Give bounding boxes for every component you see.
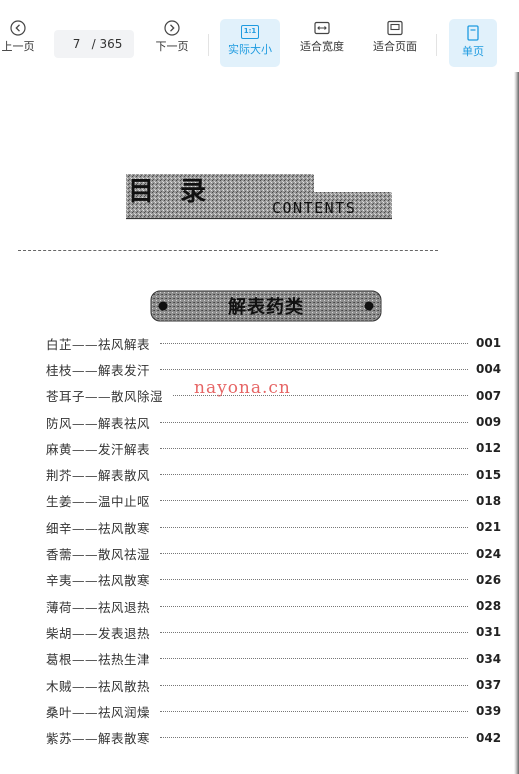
toc-leader-dots (160, 526, 468, 528)
toolbar-divider (208, 34, 209, 56)
next-page-label: 下一页 (155, 40, 189, 53)
page-indicator: / 365 (54, 30, 134, 58)
title-english: CONTENTS (272, 199, 356, 217)
watermark-text: nayona.cn (194, 378, 291, 398)
toc-leader-dots (160, 579, 468, 581)
toc-row[interactable]: 紫苏——解表散寒 042 (46, 724, 502, 750)
toc-page-number: 021 (476, 520, 502, 535)
page-total: / 365 (91, 37, 123, 51)
fit-width-icon (314, 21, 330, 35)
toc-entry-title: 生姜——温中止呕 (46, 494, 151, 510)
prev-page-label: 上一页 (1, 40, 35, 53)
section-header-banner: 解表药类 (150, 290, 382, 322)
toc-row[interactable]: 生姜——温中止呕 018 (46, 488, 502, 514)
toc-entry-title: 桂枝——解表发汗 (46, 362, 151, 378)
toc-page-number: 001 (476, 336, 502, 351)
toc-row[interactable]: 薄荷——祛风退热 028 (46, 593, 502, 619)
toc-row[interactable]: 柴胡——发表退热 031 (46, 619, 502, 645)
toc-entry-title: 白芷——祛风解表 (46, 336, 151, 352)
toc-page-number: 031 (476, 625, 502, 640)
prev-page-button[interactable]: 上一页 (0, 20, 40, 54)
chevron-left-circle-icon (10, 20, 26, 36)
toc-entry-title: 紫苏——解表散寒 (46, 731, 151, 747)
chevron-right-circle-icon (164, 20, 180, 36)
single-page-icon (467, 25, 479, 41)
fit-page-label: 适合页面 (373, 40, 417, 53)
viewer-toolbar: 上一页 / 365 下一页 1:1 实际大小 适合宽度 适合页面 单页 (0, 0, 519, 72)
actual-size-label: 实际大小 (228, 43, 272, 56)
toc-page-number: 024 (476, 546, 502, 561)
toc-page-number: 007 (476, 388, 502, 403)
toc-row[interactable]: 麻黄——发汗解表 012 (46, 435, 502, 461)
toc-entry-title: 葛根——祛热生津 (46, 652, 151, 668)
toc-leader-dots (160, 368, 468, 370)
toc-page-number: 026 (476, 572, 502, 587)
toc-row[interactable]: 辛夷——祛风散寒 026 (46, 567, 502, 593)
toc-row[interactable]: 葛根——祛热生津 034 (46, 646, 502, 672)
toc-leader-dots (160, 553, 468, 555)
toc-leader-dots (160, 605, 468, 607)
toc-entry-title: 木贼——祛风散热 (46, 678, 151, 694)
toc-entry-title: 柴胡——发表退热 (46, 625, 151, 641)
toc-entry-title: 防风——解表祛风 (46, 415, 151, 431)
toc-entry-title: 香薷——散风祛湿 (46, 547, 151, 563)
toc-entry-title: 薄荷——祛风退热 (46, 599, 151, 615)
fit-page-icon (387, 20, 403, 36)
toc-leader-dots (160, 631, 468, 633)
toc-row[interactable]: 木贼——祛风散热 037 (46, 672, 502, 698)
toc-page-number: 009 (476, 415, 502, 430)
toc-entry-title: 细辛——祛风散寒 (46, 520, 151, 536)
toc-entry-title: 荆芥——解表散风 (46, 468, 151, 484)
toc-row[interactable]: 桑叶——祛风润燥 039 (46, 698, 502, 724)
toolbar-divider (436, 34, 437, 56)
toc-page-number: 018 (476, 493, 502, 508)
toc-page-number: 034 (476, 651, 502, 666)
toc-entry-title: 辛夷——祛风散寒 (46, 573, 151, 589)
toc-leader-dots (160, 500, 468, 502)
toc-row[interactable]: 细辛——祛风散寒 021 (46, 514, 502, 540)
toc-entry-title: 苍耳子——散风除湿 (46, 389, 164, 405)
toc-leader-dots (160, 658, 468, 660)
actual-size-icon: 1:1 (241, 25, 259, 39)
fit-width-label: 适合宽度 (300, 40, 344, 53)
toc-row[interactable]: 防风——解表祛风 009 (46, 409, 502, 435)
page-edge-shadow (514, 72, 519, 774)
fit-width-button[interactable]: 适合宽度 (293, 20, 351, 54)
toc-page-number: 039 (476, 704, 502, 719)
toc-leader-dots (160, 474, 468, 476)
divider-line (18, 250, 438, 251)
toc-page-number: 004 (476, 362, 502, 377)
toc-leader-dots (160, 710, 468, 712)
toc-leader-dots (160, 342, 468, 344)
toc-row[interactable]: 香薷——散风祛湿 024 (46, 540, 502, 566)
toc-row[interactable]: 白芷——祛风解表 001 (46, 330, 502, 356)
contents-title-banner: 目 录 CONTENTS (126, 174, 392, 220)
toc-page-number: 042 (476, 730, 502, 745)
toc-row[interactable]: 荆芥——解表散风 015 (46, 461, 502, 487)
toc-leader-dots (160, 447, 468, 449)
toc-page-number: 015 (476, 467, 502, 482)
single-page-label: 单页 (462, 45, 484, 58)
toc-leader-dots (160, 421, 468, 423)
toc-entry-title: 麻黄——发汗解表 (46, 441, 151, 457)
section-title: 解表药类 (228, 296, 304, 318)
toc-page-number: 028 (476, 599, 502, 614)
title-chinese: 目 录 (128, 177, 206, 207)
toc-leader-dots (160, 737, 468, 739)
actual-size-button[interactable]: 1:1 实际大小 (220, 19, 280, 67)
toc-entry-title: 桑叶——祛风润燥 (46, 704, 151, 720)
next-page-button[interactable]: 下一页 (150, 20, 194, 54)
toc-page-number: 012 (476, 441, 502, 456)
document-page[interactable]: 目 录 CONTENTS 解表药类 白芷——祛风解表 001 桂枝——解表发汗 004… (0, 72, 519, 774)
single-page-button[interactable]: 单页 (449, 19, 497, 67)
toc-leader-dots (160, 684, 468, 686)
toc-page-number: 037 (476, 678, 502, 692)
fit-page-button[interactable]: 适合页面 (366, 20, 424, 54)
page-number-input[interactable] (65, 37, 88, 51)
